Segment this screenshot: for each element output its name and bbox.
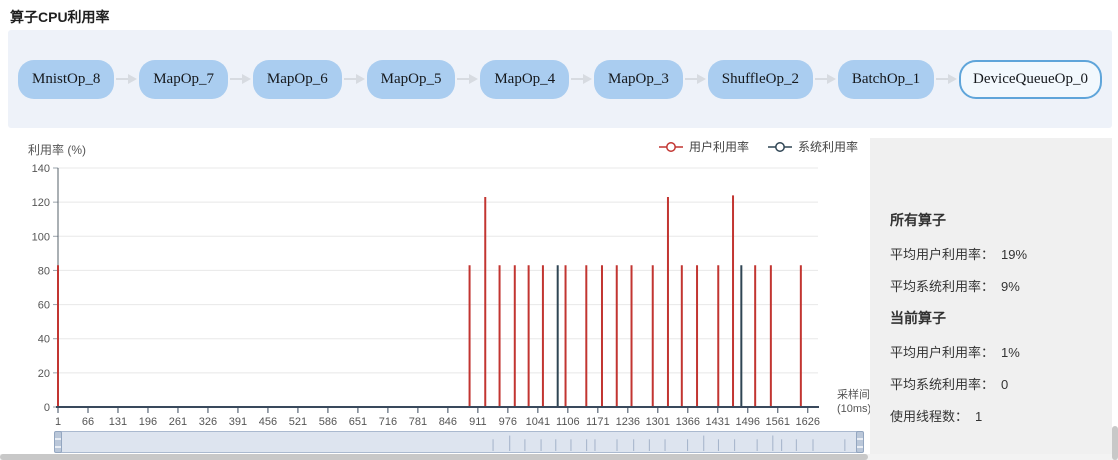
pipeline-node-mapop_5[interactable]: MapOp_5 [367, 60, 456, 99]
stats-value: 1% [1001, 345, 1020, 360]
svg-text:911: 911 [469, 416, 487, 428]
stats-label: 平均用户利用率： [890, 345, 994, 360]
svg-text:1236: 1236 [616, 416, 640, 428]
stats-section-heading: 当前算子 [890, 308, 1102, 328]
svg-text:0: 0 [44, 402, 50, 414]
flow-arrow-icon [815, 74, 836, 84]
horizontal-scrollbar[interactable] [0, 454, 1118, 460]
vertical-scrollbar-thumb[interactable] [1112, 426, 1118, 460]
flow-arrow-icon [344, 74, 365, 84]
stats-row: 平均用户利用率： 19% [890, 244, 1102, 263]
stats-label: 平均系统利用率： [890, 377, 994, 392]
svg-text:80: 80 [38, 265, 50, 277]
svg-text:196: 196 [139, 416, 157, 428]
stats-value: 19% [1001, 247, 1027, 262]
svg-text:1561: 1561 [766, 416, 790, 428]
cpu-utilization-chart[interactable]: 0 20 40 60 80 100 120 140 1 66 131 196 261 326 391 456 5… [0, 135, 880, 435]
svg-text:1431: 1431 [706, 416, 730, 428]
svg-text:1496: 1496 [736, 416, 760, 428]
flow-arrow-icon [685, 74, 706, 84]
svg-text:1301: 1301 [646, 416, 670, 428]
flow-arrow-icon [936, 74, 957, 84]
pipeline-node-mapop_4[interactable]: MapOp_4 [480, 60, 569, 99]
svg-text:60: 60 [38, 300, 50, 312]
svg-text:716: 716 [379, 416, 397, 428]
svg-text:66: 66 [82, 416, 94, 428]
svg-text:781: 781 [409, 416, 427, 428]
operator-cpu-page: 算子CPU利用率 MnistOp_8MapOp_7MapOp_6MapOp_5M… [0, 0, 1118, 460]
svg-text:976: 976 [499, 416, 517, 428]
stats-label: 平均用户利用率： [890, 247, 994, 262]
svg-text:100: 100 [32, 231, 50, 243]
svg-text:1171: 1171 [586, 416, 610, 428]
svg-text:326: 326 [199, 416, 217, 428]
pipeline-node-devicequeueop_0[interactable]: DeviceQueueOp_0 [959, 60, 1102, 99]
stats-row: 平均系统利用率： 9% [890, 276, 1102, 295]
svg-text:120: 120 [32, 197, 50, 209]
pipeline-node-batchop_1[interactable]: BatchOp_1 [838, 60, 934, 99]
svg-text:261: 261 [169, 416, 187, 428]
stats-row: 平均系统利用率： 0 [890, 374, 1102, 393]
flow-arrow-icon [571, 74, 592, 84]
svg-text:40: 40 [38, 334, 50, 346]
pipeline-node-mnistop_8[interactable]: MnistOp_8 [18, 60, 114, 99]
flow-arrow-icon [116, 74, 137, 84]
svg-text:456: 456 [259, 416, 277, 428]
pipeline-diagram: MnistOp_8 MapOp_7 MapOp_6 MapOp_5 MapOp_4 Map… [8, 30, 1112, 128]
svg-text:140: 140 [32, 163, 50, 175]
pipeline-node-mapop_6[interactable]: MapOp_6 [253, 60, 342, 99]
svg-text:1106: 1106 [556, 416, 580, 428]
stats-value: 9% [1001, 279, 1020, 294]
svg-text:1366: 1366 [676, 416, 700, 428]
datazoom-left-handle[interactable] [54, 431, 62, 453]
stats-row: 平均用户利用率： 1% [890, 342, 1102, 361]
pipeline-node-mapop_7[interactable]: MapOp_7 [139, 60, 228, 99]
stats-label: 平均系统利用率： [890, 279, 994, 294]
svg-text:1: 1 [55, 416, 61, 428]
flow-arrow-icon [230, 74, 251, 84]
datazoom-preview [56, 432, 862, 452]
pipeline-node-mapop_3[interactable]: MapOp_3 [594, 60, 683, 99]
pipeline-node-shuffleop_2[interactable]: ShuffleOp_2 [708, 60, 813, 99]
stats-value: 1 [975, 409, 982, 424]
datazoom-right-handle[interactable] [856, 431, 864, 453]
page-title: 算子CPU利用率 [10, 7, 110, 27]
svg-text:521: 521 [289, 416, 307, 428]
datazoom-slider[interactable] [55, 431, 863, 453]
stats-label: 使用线程数： [890, 409, 968, 424]
svg-text:1041: 1041 [526, 416, 550, 428]
stats-row: 使用线程数： 1 [890, 406, 1102, 425]
svg-text:391: 391 [229, 416, 247, 428]
stats-section-heading: 所有算子 [890, 210, 1102, 230]
stats-value: 0 [1001, 377, 1008, 392]
stats-panel: 所有算子平均用户利用率：19%平均系统利用率：9%当前算子平均用户利用率：1%平… [870, 138, 1112, 460]
svg-text:586: 586 [319, 416, 337, 428]
horizontal-scrollbar-thumb[interactable] [0, 454, 868, 460]
svg-text:1626: 1626 [796, 416, 820, 428]
svg-text:846: 846 [439, 416, 457, 428]
svg-text:651: 651 [349, 416, 367, 428]
flow-arrow-icon [457, 74, 478, 84]
svg-text:20: 20 [38, 368, 50, 380]
svg-text:131: 131 [109, 416, 127, 428]
